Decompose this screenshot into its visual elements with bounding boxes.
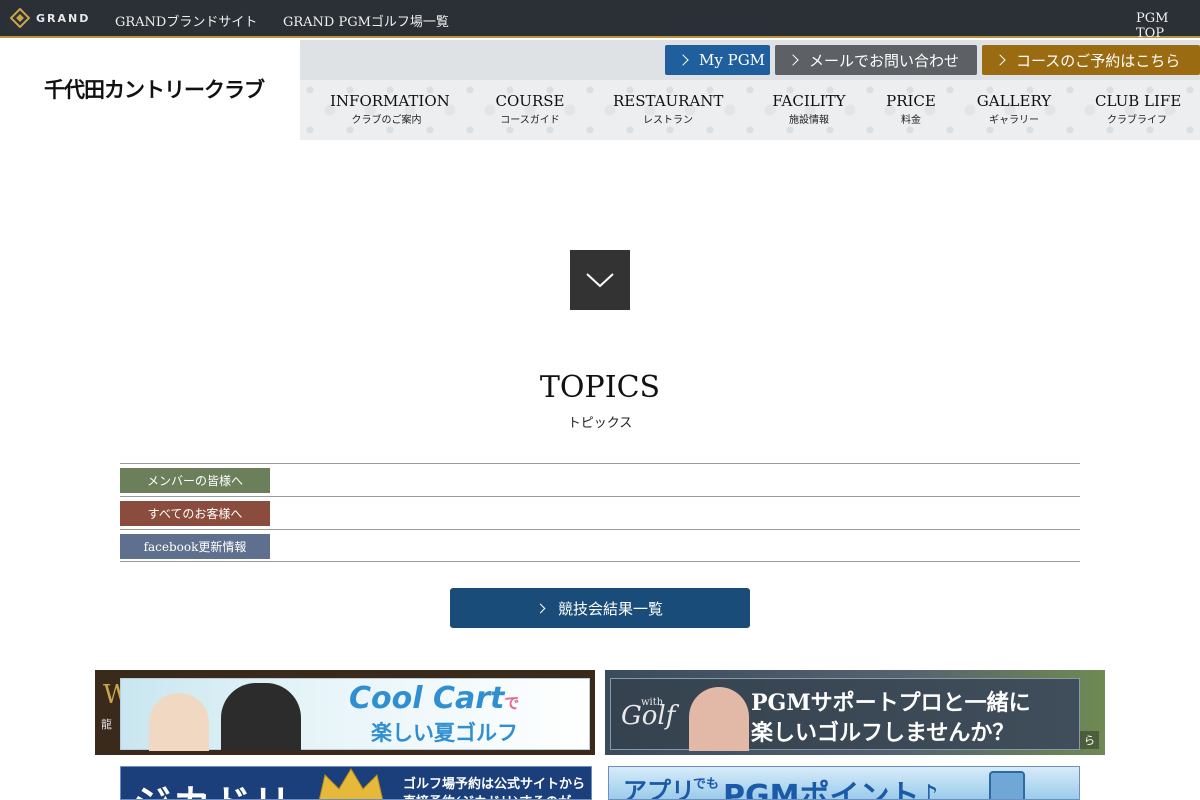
with-golf-line1: PGMサポートプロと一緒に (751, 690, 1031, 716)
nav-item-information[interactable]: INFORMATION クラブのご案内 (330, 92, 450, 126)
chevron-right-icon (994, 54, 1006, 66)
nav-item-en: GALLERY (976, 92, 1052, 110)
cool-cart-title: Cool Cartで (349, 681, 519, 716)
cool-cart-subtitle: 楽しい夏ゴルフ (371, 720, 518, 745)
topics-heading: TOPICS (539, 370, 661, 405)
banner-side-text: 龍 (101, 718, 112, 731)
nav-item-en: PRICE (886, 92, 936, 110)
chevron-right-icon (787, 54, 799, 66)
nav-item-en: COURSE (495, 92, 565, 110)
course-reservation-button-label: コースのご予約はこちら (1016, 51, 1181, 70)
grand-pgm-course-list-link[interactable]: GRAND PGMゴルフ場一覧 (283, 11, 449, 30)
cool-cart-title-text: Cool Cart (349, 681, 505, 716)
jikadori-banner[interactable]: ジカドリ ゴルフ場予約は公式サイトから 直接予約(ジカドリ)するのが (120, 766, 592, 800)
chevron-down-icon (586, 273, 614, 288)
topic-tab-members[interactable]: メンバーの皆様へ (120, 468, 270, 493)
with-golf-logo: Golf (621, 701, 676, 731)
competition-results-button[interactable]: 競技会結果一覧 (450, 588, 750, 628)
course-reservation-button[interactable]: コースのご予約はこちら (982, 45, 1200, 75)
crown-icon (318, 768, 384, 799)
with-golf-banner-image: with Golf PGMサポートプロと一緒に 楽しいゴルフしませんか？ (610, 678, 1080, 751)
grand-logo-text: GRAND (36, 11, 91, 25)
topic-tab-facebook[interactable]: facebook更新情報 (120, 534, 270, 559)
nav-item-gallery[interactable]: GALLERY ギャラリー (972, 92, 1056, 126)
app-banner-text2: でも (693, 777, 720, 792)
topic-tab-all-guests[interactable]: すべてのお客様へ (120, 501, 270, 526)
nav-item-ja: ギャラリー (989, 115, 1039, 126)
nav-item-en: FACILITY (772, 92, 846, 110)
pgm-top-link[interactable]: PGM TOP (1136, 11, 1200, 41)
grand-brand-site-link[interactable]: GRANDブランドサイト (115, 11, 257, 30)
support-pro-image (689, 687, 749, 751)
grand-logo[interactable]: GRAND (10, 8, 90, 28)
chevron-right-icon (677, 54, 689, 66)
golfer-man-image (221, 683, 301, 751)
chevron-right-icon (535, 603, 546, 613)
topics-subheading: トピックス (567, 416, 633, 431)
jikadori-line2: 直接予約(ジカドリ)するのが (403, 791, 571, 799)
site-header: 千代田カントリークラブ My PGM メールでお問い合わせ コースのご予約はこち… (0, 40, 1200, 140)
mail-inquiry-button-label: メールでお問い合わせ (809, 51, 960, 70)
nav-item-en: INFORMATION (330, 92, 450, 110)
nav-item-club-life[interactable]: CLUB LIFE クラブライフ (1095, 92, 1182, 126)
club-logo[interactable]: 千代田カントリークラブ (44, 74, 265, 104)
jikadori-line1: ゴルフ場予約は公式サイトから (403, 777, 586, 792)
topic-row-facebook: facebook更新情報 (120, 529, 1080, 562)
nav-item-facility[interactable]: FACILITY 施設情報 (770, 92, 848, 126)
cool-cart-banner-image: Cool Cartで 楽しい夏ゴルフ (120, 678, 590, 751)
scroll-down-button[interactable] (570, 250, 630, 310)
mail-inquiry-button[interactable]: メールでお問い合わせ (775, 45, 977, 75)
cool-cart-title-de: で (504, 694, 520, 712)
nav-item-ja: コースガイド (500, 115, 560, 126)
mypgm-button-label: My PGM (699, 51, 766, 69)
golfer-woman-image (149, 693, 209, 751)
topic-row-members: メンバーの皆様へ (120, 463, 1080, 496)
nav-item-en: RESTAURANT (613, 92, 724, 110)
club-logo-area: 千代田カントリークラブ (0, 40, 300, 140)
app-banner-text3: PGMポイント♪ (723, 779, 939, 800)
nav-item-ja: 施設情報 (789, 115, 829, 126)
nav-item-course[interactable]: COURSE コースガイド (493, 92, 567, 126)
cool-cart-banner[interactable]: W 龍 Cool Cartで 楽しい夏ゴルフ (95, 670, 595, 755)
nav-item-en: CLUB LIFE (1095, 92, 1182, 110)
nav-item-ja: 料金 (901, 115, 921, 126)
jikadori-title: ジカドリ (133, 773, 293, 799)
nav-item-ja: クラブのご案内 (351, 115, 422, 126)
smartphone-icon (989, 771, 1025, 799)
mypgm-button[interactable]: My PGM (665, 45, 770, 75)
global-top-bar: GRAND GRANDブランドサイト GRAND PGMゴルフ場一覧 PGM T… (0, 0, 1200, 41)
app-banner-text1: アプリ (623, 777, 695, 800)
grand-g-icon (10, 8, 30, 28)
with-golf-more: ら (1080, 731, 1099, 749)
nav-item-ja: レストラン (643, 115, 693, 126)
nav-item-restaurant[interactable]: RESTAURANT レストラン (613, 92, 723, 126)
topic-row-all-guests: すべてのお客様へ (120, 496, 1080, 529)
nav-item-ja: クラブライフ (1107, 115, 1167, 126)
with-golf-banner[interactable]: with Golf PGMサポートプロと一緒に 楽しいゴルフしませんか？ ら (605, 670, 1105, 755)
competition-results-button-label: 競技会結果一覧 (557, 599, 663, 618)
header-nav-area: My PGM メールでお問い合わせ コースのご予約はこちら INFORMATIO… (300, 40, 1200, 140)
app-points-banner[interactable]: アプリ でも PGMポイント♪ (608, 766, 1080, 800)
nav-item-price[interactable]: PRICE 料金 (885, 92, 937, 126)
with-golf-line2: 楽しいゴルフしませんか？ (751, 720, 1015, 746)
